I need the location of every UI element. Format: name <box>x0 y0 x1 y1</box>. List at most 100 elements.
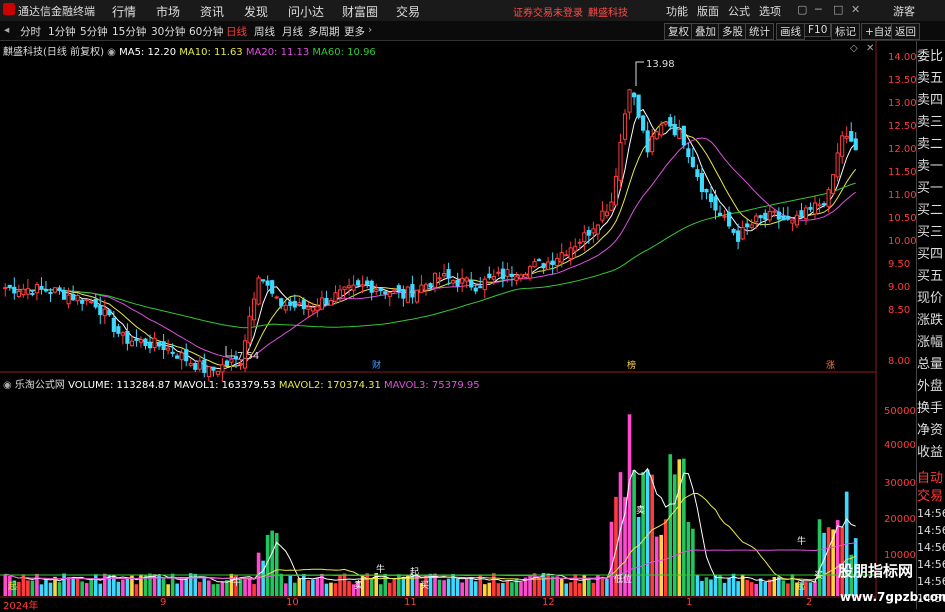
candle-body <box>256 277 261 305</box>
volume-settings-icon[interactable]: ◉ <box>3 380 12 391</box>
volume-bar <box>691 528 695 596</box>
settings-icon[interactable]: ◉ <box>107 47 116 58</box>
candle-body <box>107 309 112 316</box>
ma10-line <box>5 120 857 368</box>
candle-body <box>396 285 401 292</box>
candle-body <box>75 295 80 302</box>
candle-body <box>835 152 840 178</box>
volume-bar <box>758 578 763 596</box>
sidebar-item[interactable]: 买一 <box>917 177 945 196</box>
volume-bar <box>30 580 35 596</box>
event-marker-finance[interactable]: 财 <box>372 358 381 371</box>
volume-bar <box>754 583 759 596</box>
sidebar-item[interactable]: 买四 <box>917 243 945 262</box>
candle-body <box>704 189 709 193</box>
candle-body <box>451 280 456 284</box>
candle-body <box>66 294 71 305</box>
candle-body <box>184 349 189 362</box>
candle-body <box>460 277 465 284</box>
event-marker-limit-up[interactable]: 涨 <box>826 358 835 371</box>
sidebar-item[interactable]: 换手 <box>917 397 945 416</box>
sidebar-item[interactable]: 涨跌 <box>917 309 945 328</box>
sidebar-item[interactable]: 买二 <box>917 199 945 218</box>
sidebar-item[interactable]: 买三 <box>917 221 945 240</box>
sidebar-item[interactable]: 卖二 <box>917 133 945 152</box>
volume-bar <box>469 577 474 596</box>
candle-body <box>527 266 533 279</box>
volume-bar <box>71 577 75 596</box>
sidebar-item[interactable]: 收益 <box>917 441 945 460</box>
panel-diamond-icon[interactable]: ◇ <box>850 43 858 54</box>
candle-body <box>423 284 429 291</box>
volume-bar <box>261 560 265 596</box>
kline-chart[interactable] <box>0 0 945 609</box>
sidebar-item[interactable]: 总量 <box>917 353 945 372</box>
volume-bar <box>609 521 614 596</box>
volume-bar <box>700 580 704 596</box>
volume-bar <box>826 527 831 596</box>
volume-bar <box>44 578 48 596</box>
volume-bar <box>157 575 161 596</box>
ma20-label: MA20: 11.13 <box>245 47 310 58</box>
sidebar-item[interactable]: 涨幅 <box>917 331 945 350</box>
date-label: 2 <box>806 597 813 608</box>
price-tick: 8.50 <box>888 305 911 316</box>
sidebar-time: 14:56 <box>917 541 945 554</box>
candle-body <box>840 135 845 157</box>
panel-close-icon[interactable]: ✕ <box>866 43 874 54</box>
candle-body <box>98 305 103 315</box>
event-marker-list[interactable]: 榜 <box>627 358 636 371</box>
volume-bar <box>505 580 510 596</box>
sidebar-tab-auto[interactable]: 自动 <box>917 467 945 486</box>
volume-bar <box>492 573 496 596</box>
candle-body <box>39 285 44 289</box>
volume-bar <box>3 574 8 596</box>
ma10-label: MA10: 11.63 <box>179 47 243 58</box>
volume-bar <box>537 576 541 596</box>
volume-bar <box>102 573 107 596</box>
sidebar-time: 14:56 <box>917 558 945 571</box>
sidebar-item[interactable]: 现价 <box>917 287 945 306</box>
volume-bar <box>26 580 30 596</box>
sidebar-item[interactable]: 卖四 <box>917 89 945 108</box>
sidebar-item[interactable]: 卖三 <box>917 111 945 130</box>
candle-body <box>193 363 198 370</box>
candle-body <box>80 299 85 304</box>
sidebar-time: 14:56 <box>917 575 945 588</box>
mavol60-line <box>5 542 856 580</box>
sidebar-item[interactable]: 外盘 <box>917 375 945 394</box>
signal-text: 起 <box>8 582 18 592</box>
volume-bar <box>48 582 53 596</box>
sidebar-item[interactable]: 委比 <box>917 45 945 64</box>
candle-body <box>708 193 714 203</box>
candle-body <box>772 210 777 213</box>
sidebar-item[interactable]: 卖五 <box>917 67 945 86</box>
volume-bar <box>387 582 392 596</box>
volume-bar <box>813 581 817 596</box>
candle-body <box>555 257 560 267</box>
volume-bar <box>446 578 451 596</box>
volume-bar <box>831 529 835 596</box>
candle-body <box>71 294 76 301</box>
candle-body <box>134 338 139 341</box>
sidebar-item[interactable]: 买五 <box>917 265 945 284</box>
signal-text: 低位 <box>614 575 633 585</box>
volume-bar <box>216 583 220 596</box>
sidebar-item[interactable]: 卖一 <box>917 155 945 174</box>
candle-body <box>627 89 632 113</box>
candle-body <box>265 280 270 286</box>
volume-bar <box>835 520 840 596</box>
volume-bar <box>510 582 514 596</box>
sidebar-item[interactable]: 净资 <box>917 419 945 438</box>
volume-bar <box>292 582 297 596</box>
volume-bar <box>496 583 501 596</box>
candle-body <box>129 340 135 347</box>
candle-body <box>767 210 772 221</box>
volume-bar <box>161 578 166 596</box>
candle-body <box>817 203 822 207</box>
candle-body <box>301 299 306 310</box>
volume-bar <box>568 582 573 596</box>
candle-body <box>310 307 315 312</box>
sidebar-tab-trade[interactable]: 交易 <box>917 485 945 504</box>
watermark-text: 股朋指标网 <box>838 562 914 580</box>
